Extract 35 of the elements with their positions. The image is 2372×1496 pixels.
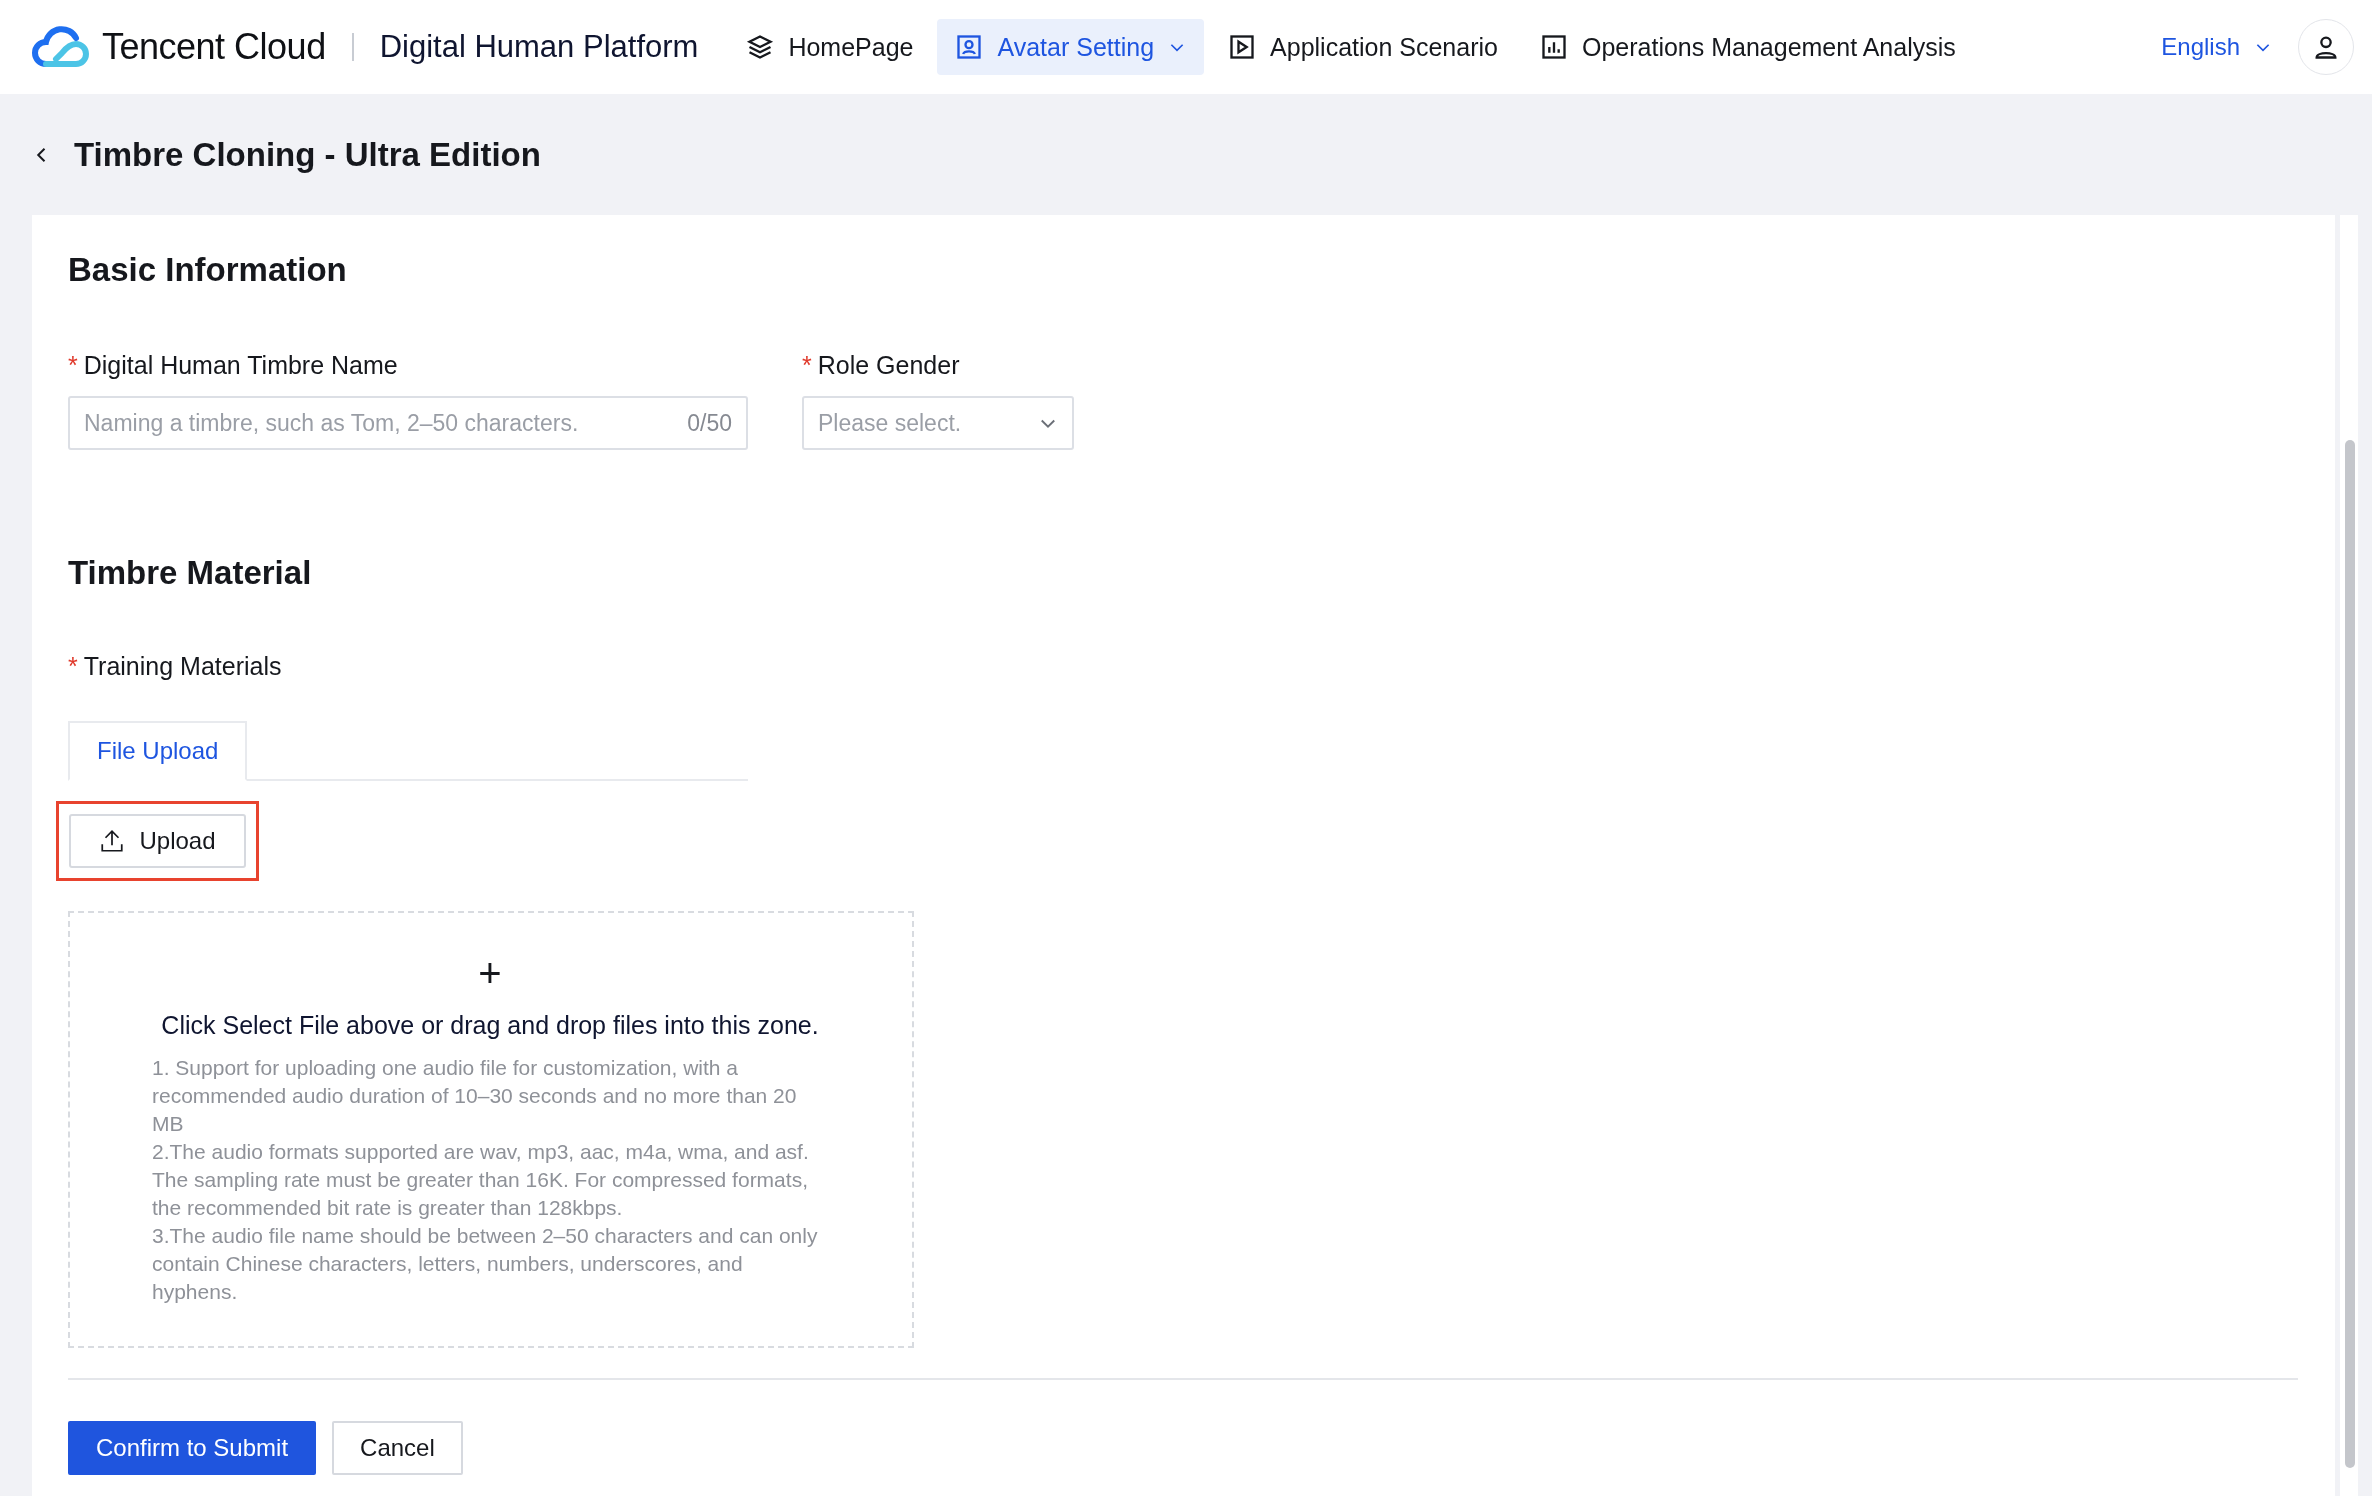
nav-item[interactable]: Operations Management Analysis — [1521, 19, 1974, 75]
page-title: Timbre Cloning - Ultra Edition — [74, 135, 541, 174]
upload-note: 3.The audio file name should be between 2–50 characters and can only contain Chinese characters, letters, numbers, underscores, and hyphens. — [152, 1223, 819, 1305]
submit-button[interactable]: Confirm to Submit — [68, 1421, 317, 1475]
user-square-icon — [955, 33, 984, 61]
text-field[interactable]: Naming a timbre, such as Tom, 2–50 characters. 0/50 — [68, 396, 748, 450]
plus-icon: + — [478, 953, 502, 993]
cloud-logo-icon — [30, 24, 92, 70]
drop-prompt: Click Select File above or drag and drop files into this zone. — [161, 1011, 819, 1040]
bar-chart-icon — [1539, 33, 1568, 61]
drop-zone[interactable] — [68, 911, 914, 1348]
language-selector[interactable]: English — [2161, 33, 2272, 61]
brand-name: Tencent Cloud — [102, 26, 326, 68]
required-mark: * — [68, 652, 78, 681]
layers-icon — [746, 33, 775, 61]
product-name: Digital Human Platform — [379, 29, 699, 65]
upload-note: 1. Support for uploading one audio file for customization, with a recommended audio duration of 10–30 seconds and no more than 20 MB — [152, 1055, 798, 1137]
section-title: Timbre Material — [68, 554, 313, 592]
field-label: Digital Human Timbre Name — [83, 351, 398, 380]
nav-item[interactable]: Avatar Setting — [937, 19, 1205, 75]
cancel-button[interactable]: Cancel — [332, 1421, 463, 1475]
character-counter: 0/50 — [687, 409, 732, 437]
nav-item[interactable]: Application Scenario — [1210, 19, 1516, 75]
play-square-icon — [1228, 33, 1257, 61]
upload-button[interactable]: Upload — [69, 814, 246, 868]
required-mark: * — [802, 351, 812, 380]
section-title: Basic Information — [68, 251, 348, 289]
tab[interactable]: File Upload — [68, 721, 248, 781]
required-mark: * — [68, 351, 78, 380]
scrollbar[interactable] — [2340, 215, 2358, 1496]
field-label: Role Gender — [817, 351, 960, 380]
upload-note: 2.The audio formats supported are wav, mp3, aac, m4a, wma, and asf. The sampling rate must be greater than 16K. For compressed formats, the recommended bit rate is greater than 128kbps. — [152, 1139, 810, 1221]
field-label: Training Materials — [83, 652, 282, 681]
nav-item[interactable]: HomePage — [728, 19, 932, 75]
upload-icon — [99, 828, 126, 854]
